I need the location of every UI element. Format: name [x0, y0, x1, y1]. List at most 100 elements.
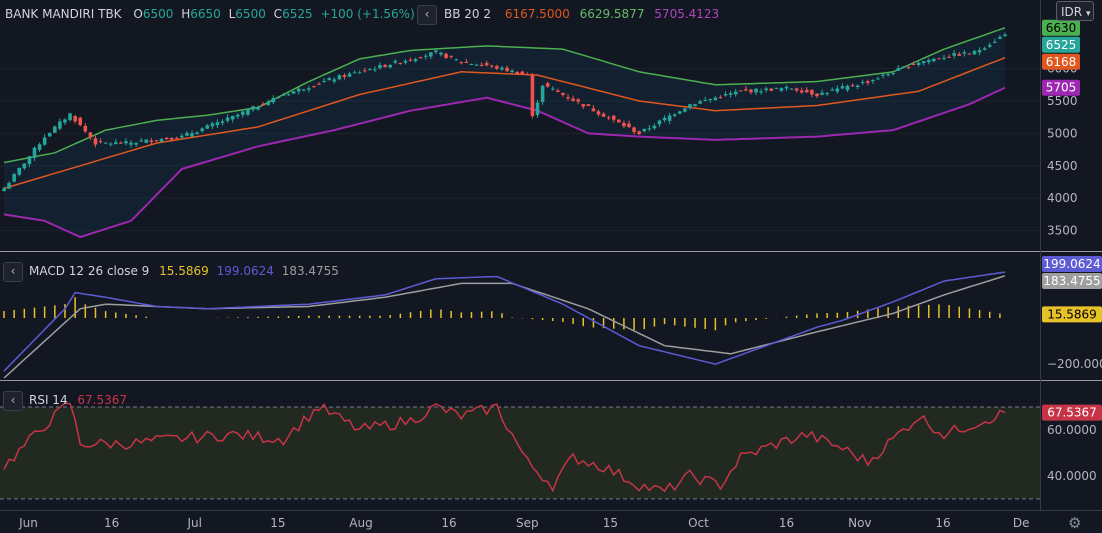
price-label-text: 5705 — [1046, 81, 1077, 95]
candle-body — [388, 65, 392, 68]
change-value: +100 (+1.56%) — [320, 7, 415, 21]
candle-body — [672, 114, 677, 117]
candle-body — [820, 92, 824, 95]
candle-body — [937, 58, 941, 60]
candle-body — [972, 50, 977, 55]
x-tick-label: De — [1013, 516, 1030, 530]
candle-body — [342, 75, 347, 78]
candle-body — [926, 59, 931, 63]
candle-body — [556, 90, 560, 92]
macd-line — [3, 271, 1006, 372]
candle-body — [139, 140, 143, 142]
candle-body — [916, 62, 921, 66]
candle-body — [505, 67, 509, 72]
candle-body — [759, 91, 763, 93]
candle-body — [667, 115, 672, 121]
candle-body — [398, 62, 403, 64]
rsi-label: RSI 14 — [29, 393, 68, 407]
candle-body — [632, 127, 636, 133]
header-legend: BANK MANDIRI TBK O65256500 H6650 L6500 C… — [5, 7, 415, 21]
x-tick-label: Jun — [18, 516, 38, 530]
candle-body — [256, 107, 260, 110]
rsi-collapse-button[interactable]: ‹ — [3, 391, 23, 411]
candle-body — [698, 101, 702, 104]
bb-legend: BB 20 2 6167.5000 6629.5877 5705.4123 — [444, 7, 719, 21]
candle-body — [596, 111, 601, 115]
candle-body — [474, 64, 479, 66]
candle-body — [815, 93, 819, 97]
currency-button[interactable]: IDR ▾ — [1056, 1, 1094, 21]
candle-body — [429, 52, 433, 57]
candle-body — [68, 113, 72, 121]
candle-body — [510, 70, 514, 73]
candle-body — [744, 89, 748, 91]
candle-body — [434, 50, 438, 53]
candle-body — [444, 53, 448, 58]
candle-body — [103, 142, 108, 144]
candle-body — [479, 64, 484, 66]
candle-body — [276, 97, 281, 99]
candle-body — [362, 70, 367, 72]
candle-body — [124, 141, 128, 144]
candle-body — [662, 117, 667, 121]
candle-body — [190, 133, 194, 137]
candle-body — [891, 73, 896, 75]
candle-body — [866, 81, 870, 83]
candle-body — [32, 147, 37, 158]
candle-body — [180, 135, 184, 138]
candle-body — [63, 119, 67, 123]
candle-body — [413, 59, 418, 62]
candle-body — [495, 66, 499, 69]
candle-body — [93, 138, 98, 145]
candle-body — [378, 64, 382, 69]
macd-value-label-text: 15.5869 — [1047, 307, 1097, 321]
rsi-band-fill — [0, 406, 1040, 499]
candle-body — [307, 88, 311, 90]
candle-body — [73, 115, 77, 122]
macd-line-value: 199.0624 — [216, 264, 274, 278]
macd-collapse-button[interactable]: ‹ — [3, 262, 23, 282]
x-tick-label: 15 — [603, 516, 618, 530]
candle-body — [520, 71, 525, 75]
x-tick-label: 16 — [104, 516, 119, 530]
candle-body — [967, 53, 972, 55]
macd-value-label-text: 199.0624 — [1043, 257, 1100, 271]
candle-body — [403, 60, 408, 63]
x-tick-label: Jul — [186, 516, 201, 530]
candle-body — [993, 41, 997, 43]
candle-body — [205, 125, 210, 129]
candle-body — [881, 74, 885, 76]
candle-body — [383, 64, 387, 67]
collapse-indicators-button[interactable]: ‹ — [417, 5, 437, 25]
macd-value-label-text: 183.4755 — [1043, 274, 1100, 288]
candle-body — [98, 141, 103, 143]
candle-body — [113, 142, 118, 145]
high-value: H6650 — [181, 7, 221, 21]
candle-body — [423, 55, 428, 57]
candle-body — [805, 89, 809, 93]
candle-body — [58, 121, 62, 129]
candle-body — [606, 117, 611, 119]
candle-body — [347, 73, 352, 77]
gear-icon[interactable]: ⚙ — [1068, 514, 1081, 532]
candle-body — [439, 52, 443, 55]
candle-body — [637, 131, 641, 134]
y-tick-label: 4000 — [1047, 191, 1078, 205]
candle-body — [906, 66, 911, 68]
candle-body — [332, 79, 337, 82]
candle-body — [368, 69, 372, 71]
candle-body — [708, 99, 713, 101]
open-value: O65256500 — [133, 7, 174, 21]
x-tick-label: Sep — [516, 516, 539, 530]
candle-body — [53, 126, 57, 133]
rsi-y-tick-label: 40.0000 — [1047, 469, 1097, 483]
candle-body — [932, 58, 936, 62]
candle-body — [271, 98, 276, 103]
candle-body — [418, 57, 423, 59]
candle-body — [581, 104, 586, 107]
candle-body — [921, 61, 926, 64]
rsi-legend: RSI 14 67.5367 — [29, 393, 127, 407]
candle-body — [799, 90, 804, 93]
candle-body — [484, 62, 489, 66]
candle-body — [601, 113, 606, 117]
